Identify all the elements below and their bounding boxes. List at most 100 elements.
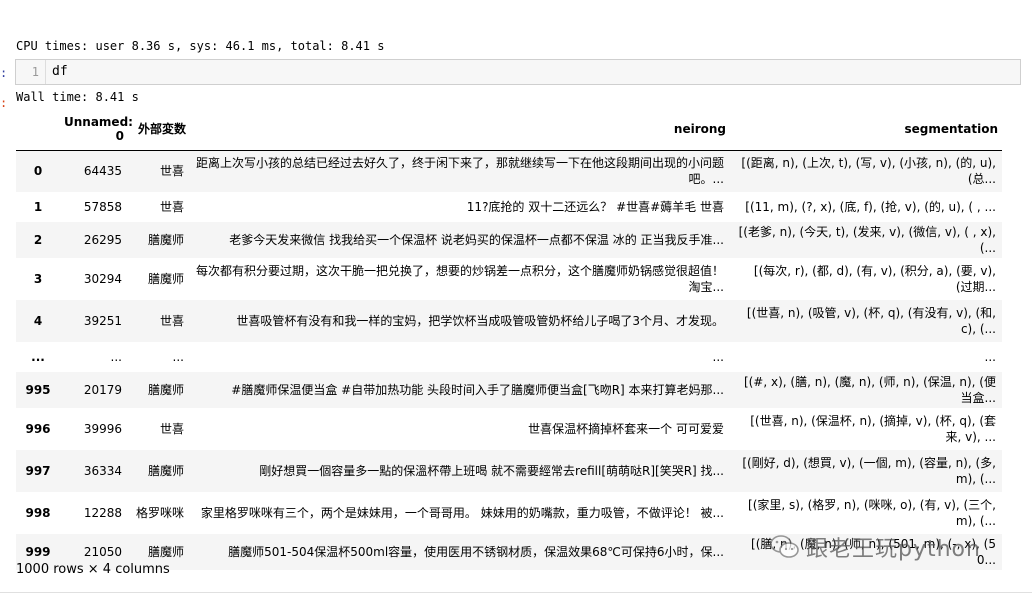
dataframe-table: Unnamed: 0 外部変数 neirong segmentation 0 64… (16, 108, 1002, 570)
table-row: 995 20179 膳魔师 #膳魔师保温便当盒 #自带加热功能 头段时间入手了膳魔师便… (16, 372, 1002, 408)
column-header: segmentation (904, 121, 998, 136)
cell-unnamed-text: 21050 (83, 545, 122, 559)
cell-brand-text: 膳魔师 (147, 383, 184, 397)
cell-brand-text: ... (172, 350, 184, 364)
cell-brand: ... (128, 342, 190, 372)
cell-neirong: 老爹今天发来微信 找我给买一个保温杯 说老妈买的保温杯一点都不保温 冰的 正当我… (190, 222, 730, 258)
line-number: 1 (16, 60, 46, 84)
cell-brand: 膳魔师 (128, 372, 190, 408)
cell-brand: 膳魔师 (128, 222, 190, 258)
cell-segmentation-text: [(#, x), (膳, n), (魔, n), (师, n), (保温, n)… (743, 375, 996, 405)
cell-neirong: 膳魔师501-504保温杯500ml容量，使用医用不锈钢材质，保温效果68℃可保… (190, 534, 730, 570)
cell-segmentation-text: [(11, m), (?, x), (底, f), (抢, v), (的, u)… (745, 200, 996, 214)
cell-brand: 膳魔师 (128, 258, 190, 300)
cell-segmentation: [(世喜, n), (吸管, v), (杯, q), (有没有, v), (和,… (730, 300, 1002, 342)
row-index-text: 995 (25, 383, 51, 397)
cell-neirong: 每次都有积分要过期，这次干脆一把兑换了，想要的炒锅差一点积分，这个膳魔师奶锅感觉… (190, 258, 730, 300)
cell-unnamed: 57858 (60, 192, 128, 222)
cell-segmentation-text: ... (984, 350, 996, 364)
cell-brand-text: 膳魔师 (147, 233, 184, 247)
cell-brand-text: 膳魔师 (147, 272, 184, 286)
cell-unnamed-text: 64435 (83, 164, 122, 179)
cell-neirong-text: 家里格罗咪咪有三个，两个是妹妹用，一个哥哥用。 妹妹用的奶嘴款，重力吸管，不做评… (200, 506, 724, 520)
cell-neirong-text: 膳魔师501-504保温杯500ml容量，使用医用不锈钢材质，保温效果68℃可保… (228, 545, 724, 559)
code-text[interactable]: df (52, 60, 68, 84)
cell-unnamed-text: 12288 (83, 506, 122, 520)
cell-unnamed-text: 57858 (83, 200, 122, 214)
cell-segmentation: [(11, m), (?, x), (底, f), (抢, v), (的, u)… (730, 192, 1002, 222)
row-index-text: ... (31, 350, 45, 364)
cell-neirong: 世喜保温杯摘掉杯套来一个 可可爱爱 (190, 408, 730, 450)
cell-brand-text: 世喜 (159, 164, 184, 179)
row-index-text: 1 (33, 200, 43, 214)
row-index: 0 (16, 150, 60, 192)
cell-unnamed: 26295 (60, 222, 128, 258)
cell-brand: 世喜 (128, 300, 190, 342)
watermark: 跟老王玩python (770, 532, 1010, 562)
cell-unnamed-text: 36334 (83, 464, 122, 478)
cell-unnamed-text: ... (110, 350, 122, 364)
column-header: 外部変数 (137, 122, 186, 137)
row-index-text: 4 (33, 314, 43, 328)
cell-segmentation-text: [(世喜, n), (吸管, v), (杯, q), (有没有, v), (和,… (746, 306, 996, 336)
cell-brand-text: 格罗咪咪 (135, 506, 184, 520)
cell-brand: 格罗咪咪 (128, 492, 190, 534)
cell-segmentation: [(家里, s), (格罗, n), (咪咪, o), (有, v), (三个,… (730, 492, 1002, 534)
cell-neirong-text: 老爹今天发来微信 找我给买一个保温杯 说老妈买的保温杯一点都不保温 冰的 正当我… (229, 233, 724, 247)
cell-brand: 世喜 (128, 192, 190, 222)
cell-unnamed: 30294 (60, 258, 128, 300)
row-index: 997 (16, 450, 60, 492)
table-row: 997 36334 膳魔师 剛好想買一個容量多一點的保溫杯帶上班喝 就不需要經常去re… (16, 450, 1002, 492)
row-index: 2 (16, 222, 60, 258)
row-index: 995 (16, 372, 60, 408)
watermark-text: 跟老王玩python (806, 537, 981, 562)
cell-unnamed: 39996 (60, 408, 128, 450)
cell-neirong-text: 每次都有积分要过期，这次干脆一把兑换了，想要的炒锅差一点积分，这个膳魔师奶锅感觉… (196, 264, 724, 294)
cell-unnamed: 20179 (60, 372, 128, 408)
table-row: ............... (16, 342, 1002, 372)
cell-unnamed: 39251 (60, 300, 128, 342)
row-index-text: 998 (25, 506, 51, 520)
wechat-icon (770, 535, 799, 558)
cell-brand-text: 世喜 (159, 422, 184, 436)
column-header: neirong (673, 121, 726, 136)
cell-segmentation-text: [(世喜, n), (保温杯, n), (摘掉, v), (杯, q), (套来… (750, 414, 996, 444)
cell-brand-text: 膳魔师 (147, 545, 184, 559)
cell-segmentation-text: [(家里, s), (格罗, n), (咪咪, o), (有, v), (三个,… (748, 498, 996, 528)
table-row: 996 39996 世喜 世喜保温杯摘掉杯套来一个 可可爱爱 [(世喜, n), (保温… (16, 408, 1002, 450)
divider (0, 592, 1032, 593)
column-header: Unnamed: 0 (64, 114, 133, 143)
cell-segmentation: ... (730, 342, 1002, 372)
cell-segmentation: [(距离, n), (上次, t), (写, v), (小孩, n), (的, … (730, 150, 1002, 192)
table-row: 3 30294 膳魔师 每次都有积分要过期，这次干脆一把兑换了，想要的炒锅差一点积分，… (16, 258, 1002, 300)
cell-unnamed-text: 39251 (83, 314, 122, 328)
cell-neirong-text: 世喜保温杯摘掉杯套来一个 可可爱爱 (528, 422, 724, 436)
cell-segmentation: [(剛好, d), (想買, v), (一個, m), (容量, n), (多,… (730, 450, 1002, 492)
cell-segmentation-text: [(每次, r), (都, d), (有, v), (积分, a), (要, v… (753, 264, 996, 294)
row-index-text: 0 (33, 164, 43, 179)
index-header (16, 108, 60, 150)
cell-unnamed-text: 30294 (83, 272, 122, 286)
cell-unnamed-text: 26295 (83, 233, 122, 247)
cell-brand-text: 膳魔师 (147, 464, 184, 478)
cell-neirong: 11?底抢的 双十二还远么？ #世喜#薅羊毛 世喜 (190, 192, 730, 222)
row-index-text: 999 (25, 545, 51, 559)
cell-unnamed-text: 20179 (83, 383, 122, 397)
cell-brand: 世喜 (128, 408, 190, 450)
code-cell-input[interactable]: 1 df (15, 59, 1021, 85)
cell-neirong-text: 距离上次写小孩的总结已经过去好久了，终于闲下来了，那就继续写一下在他这段期间出现… (196, 156, 724, 187)
cell-neirong-text: #膳魔师保温便当盒 #自带加热功能 头段时间入手了膳魔师便当盒[飞吻R] 本来打… (231, 383, 724, 397)
cell-neirong-text: ... (712, 350, 724, 364)
cell-brand-text: 世喜 (159, 314, 184, 328)
cell-brand: 膳魔师 (128, 450, 190, 492)
cell-segmentation-text: [(距离, n), (上次, t), (写, v), (小孩, n), (的, … (741, 156, 996, 187)
row-index: 998 (16, 492, 60, 534)
table-row: 0 64435 世喜 距离上次写小孩的总结已经过去好久了，终于闲下来了，那就继续写一下… (16, 150, 1002, 192)
cell-segmentation: [(世喜, n), (保温杯, n), (摘掉, v), (杯, q), (套来… (730, 408, 1002, 450)
input-prompt: : (0, 66, 8, 80)
cell-unnamed-text: 39996 (83, 422, 122, 436)
output-prompt: : (0, 96, 8, 110)
cell-segmentation: [(#, x), (膳, n), (魔, n), (师, n), (保温, n)… (730, 372, 1002, 408)
table-header-row: Unnamed: 0 外部変数 neirong segmentation (16, 108, 1002, 150)
row-index-text: 2 (33, 233, 43, 247)
